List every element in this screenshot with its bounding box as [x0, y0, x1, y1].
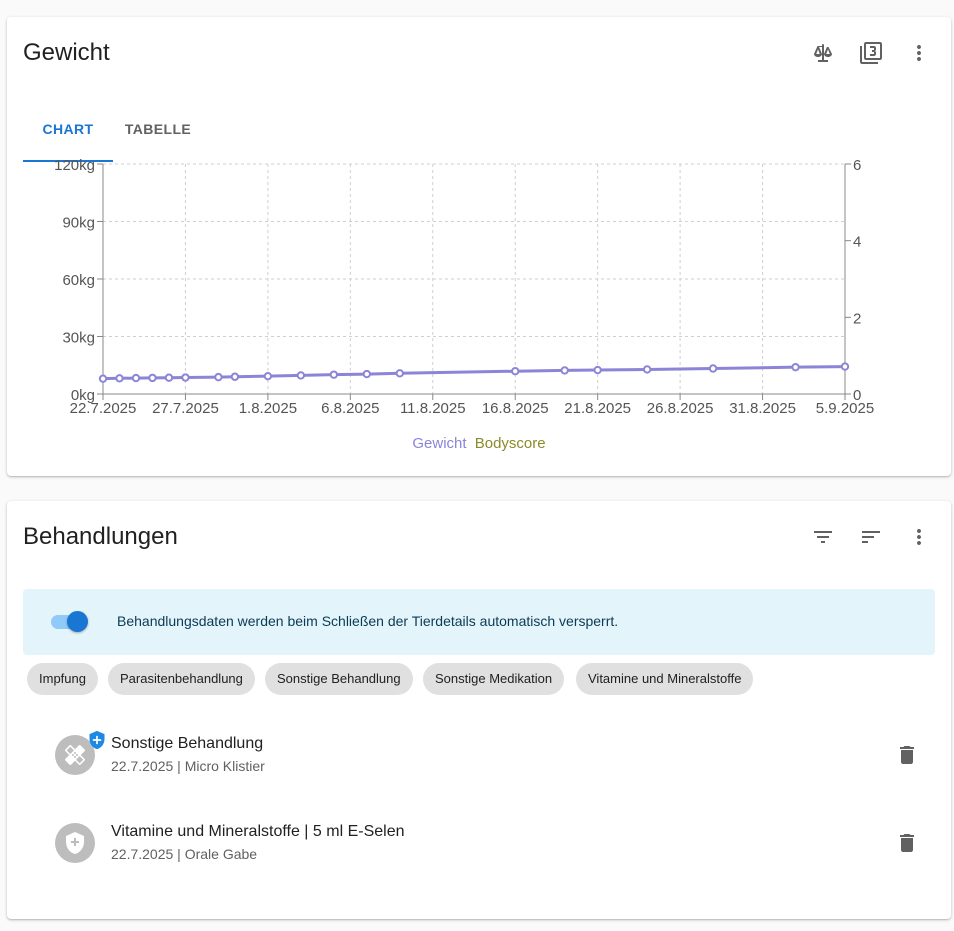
y-left-tick-label: 0kg: [71, 387, 95, 404]
y-right-tick-label: 2: [853, 310, 861, 327]
sort-icon[interactable]: [855, 521, 887, 553]
chip-vitamine-mineralstoffe[interactable]: Vitamine und Mineralstoffe: [576, 663, 754, 695]
weight-card: Gewicht CHART TABELLE 22.7.2025 27.7.2025…: [7, 17, 951, 476]
shield-plus-badge-icon: [87, 730, 107, 750]
data-point: [791, 362, 800, 372]
x-tick-label: 1.8.2025: [239, 400, 297, 417]
y-left-tick-label: 90kg: [62, 215, 95, 232]
list-item[interactable]: Sonstige Behandlung 22.7.2025 | Micro Kl…: [23, 720, 935, 790]
scale-icon[interactable]: [807, 37, 839, 69]
data-point: [642, 365, 652, 374]
more-vert-icon[interactable]: [903, 37, 935, 69]
y-left-tick-label: 120kg: [54, 157, 95, 174]
y-left-tick-label: 30kg: [62, 330, 95, 347]
data-point: [214, 372, 223, 382]
info-banner: Behandlungsdaten werden beim Schließen d…: [23, 589, 935, 655]
chip-sonstige-medikation[interactable]: Sonstige Medikation: [423, 663, 565, 695]
tab-chart[interactable]: CHART: [23, 121, 113, 137]
info-text: Behandlungsdaten werden beim Schließen d…: [117, 613, 619, 629]
data-point: [181, 373, 190, 382]
chip-impfung[interactable]: Impfung: [27, 663, 98, 695]
item-title: Sonstige Behandlung: [111, 735, 264, 752]
more-vert-icon[interactable]: [903, 521, 935, 553]
x-tick-label: 26.8.2025: [647, 400, 714, 417]
data-point: [593, 365, 602, 375]
y-left-tick-label: 60kg: [62, 272, 95, 289]
data-point: [395, 369, 404, 378]
weight-card-title: Gewicht: [23, 39, 110, 66]
copy-three-icon[interactable]: [855, 37, 887, 69]
data-point: [164, 373, 174, 382]
x-tick-label: 27.7.2025: [152, 400, 219, 417]
data-point: [560, 366, 569, 375]
data-point: [329, 370, 339, 379]
data-point: [263, 371, 273, 381]
x-tick-label: 21.8.2025: [564, 400, 631, 417]
item-title: Vitamine und Mineralstoffe | 5 ml E-Sele…: [111, 823, 405, 840]
x-tick-label: 16.8.2025: [482, 400, 549, 417]
treatments-card: Behandlungen Behandlungsdaten werden bei…: [7, 501, 951, 919]
lock-toggle[interactable]: [67, 611, 88, 632]
data-point: [511, 366, 520, 376]
treatments-card-title: Behandlungen: [23, 523, 178, 550]
y-right-tick-label: 0: [853, 387, 861, 404]
data-point: [362, 369, 372, 379]
delete-icon[interactable]: [891, 739, 923, 771]
chart-legend: Gewicht Bodyscore: [7, 435, 951, 452]
item-subtitle: 22.7.2025 | Micro Klistier: [111, 758, 265, 774]
item-subtitle: 22.7.2025 | Orale Gabe: [111, 846, 258, 862]
list-item[interactable]: Vitamine und Mineralstoffe | 5 ml E-Sele…: [23, 808, 935, 878]
data-point: [131, 373, 141, 383]
y-right-tick-label: 4: [853, 234, 861, 251]
data-point: [115, 374, 124, 383]
data-point: [98, 374, 108, 383]
y-right-tick-label: 6: [853, 157, 861, 174]
data-point: [708, 364, 718, 373]
legend-gewicht[interactable]: Gewicht: [412, 435, 466, 452]
x-tick-label: 11.8.2025: [400, 400, 466, 417]
legend-bodyscore[interactable]: Bodyscore: [475, 435, 546, 452]
chip-parasitenbehandlung[interactable]: Parasitenbehandlung: [108, 663, 255, 695]
shield-plus-icon: [55, 823, 95, 863]
data-point: [148, 373, 157, 383]
weight-chart: 22.7.2025 27.7.2025 1.8.2025 6.8.2025 11.8.2…: [54, 157, 874, 417]
delete-icon[interactable]: [891, 827, 923, 859]
chip-sonstige-behandlung[interactable]: Sonstige Behandlung: [265, 663, 413, 695]
tab-tabelle[interactable]: TABELLE: [113, 121, 203, 137]
x-tick-label: 5.9.2025: [816, 400, 874, 417]
x-tick-label: 31.8.2025: [729, 400, 796, 417]
x-tick-label: 6.8.2025: [321, 400, 379, 417]
data-point: [840, 362, 850, 371]
data-point: [296, 371, 306, 380]
data-point: [230, 372, 240, 381]
filter-icon[interactable]: [807, 521, 839, 553]
